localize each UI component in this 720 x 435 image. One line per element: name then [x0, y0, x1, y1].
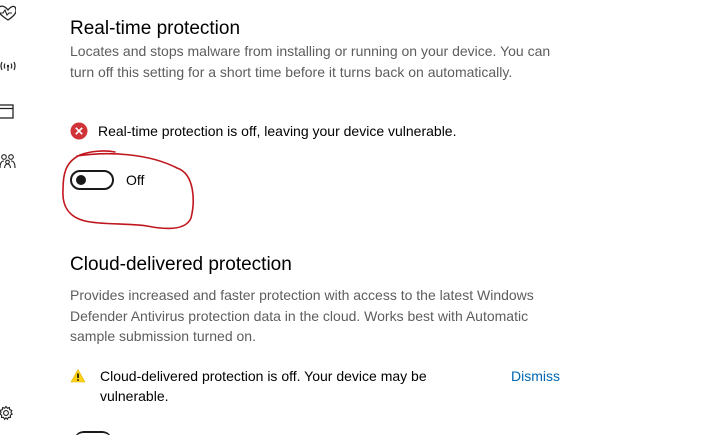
heartbeat-icon[interactable]: [0, 5, 16, 21]
realtime-protection-title: Real-time protection: [70, 18, 241, 39]
realtime-protection-toggle[interactable]: Off: [70, 170, 144, 190]
defender-settings-page: Real-time protection Locates and stops m…: [0, 0, 720, 435]
realtime-status-text: Real-time protection is off, leaving you…: [98, 123, 457, 139]
cloud-protection-title: Cloud-delivered protection: [70, 254, 292, 275]
toggle-track[interactable]: [70, 170, 114, 190]
app-window-icon[interactable]: [0, 104, 16, 120]
cloud-protection-toggle[interactable]: [74, 431, 112, 435]
dismiss-link[interactable]: Dismiss: [511, 366, 560, 386]
realtime-status-message: Real-time protection is off, leaving you…: [70, 121, 456, 141]
error-circle-icon: [70, 122, 88, 140]
toggle-knob: [76, 175, 86, 185]
cloud-warning-text: Cloud-delivered protection is off. Your …: [100, 368, 427, 404]
warning-triangle-icon: [70, 368, 86, 384]
settings-gear-icon[interactable]: [0, 405, 16, 421]
cloud-warning-message: Cloud-delivered protection is off. Your …: [70, 366, 480, 406]
realtime-protection-description: Locates and stops malware from installin…: [70, 43, 551, 80]
wifi-signal-icon[interactable]: [0, 58, 16, 74]
family-icon[interactable]: [0, 153, 16, 169]
cloud-protection-description: Provides increased and faster protection…: [70, 287, 534, 344]
red-annotation-circle: [62, 150, 194, 230]
toggle-state-label: Off: [126, 172, 145, 188]
